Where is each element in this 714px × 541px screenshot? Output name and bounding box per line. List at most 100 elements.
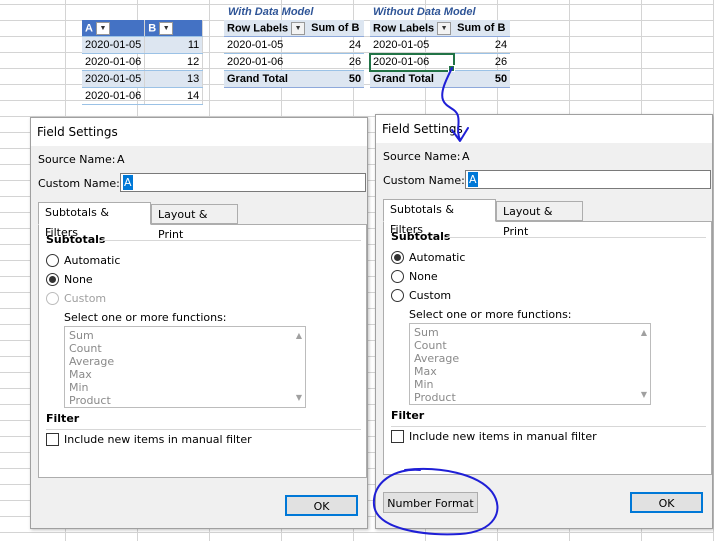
row-labels-header[interactable]: Row Labels ▼ (224, 20, 309, 37)
radio-custom-label[interactable]: Custom (409, 289, 451, 302)
scroll-down-icon[interactable]: ▼ (296, 393, 302, 402)
include-new-items-checkbox[interactable] (46, 433, 59, 446)
list-item[interactable]: Sum (69, 329, 94, 342)
selected-cell[interactable]: 2020-01-06 (368, 52, 456, 72)
cell[interactable]: 11 (144, 36, 204, 54)
list-item[interactable]: Average (414, 352, 459, 365)
radio-none[interactable] (46, 273, 59, 286)
custom-name-input[interactable]: A (120, 173, 366, 192)
cell[interactable]: 50 (454, 70, 511, 88)
table-row: 2020-01-05 24 (224, 36, 365, 54)
radio-automatic-label[interactable]: Automatic (64, 254, 120, 267)
list-item[interactable]: Max (414, 365, 437, 378)
pivot-with-model-title: With Data Model (228, 6, 314, 18)
tab-subtotals-filters[interactable]: Subtotals & Filters (383, 199, 496, 236)
scroll-up-icon[interactable]: ▲ (296, 331, 302, 340)
fill-handle[interactable] (448, 65, 455, 72)
source-name-label: Source Name: (38, 153, 116, 166)
field-settings-dialog-right: Field Settings Source Name: A Custom Nam… (375, 114, 713, 529)
radio-automatic[interactable] (46, 254, 59, 267)
cell[interactable]: 26 (454, 53, 511, 71)
filter-dropdown-icon[interactable]: ▼ (437, 21, 452, 35)
sum-header[interactable]: Sum of B (308, 20, 365, 37)
table-row: 2020-01-06 26 (224, 53, 365, 71)
source-table-header: A ▼ B ▼ (82, 20, 204, 37)
radio-none-label[interactable]: None (64, 273, 93, 286)
radio-automatic-label[interactable]: Automatic (409, 251, 465, 264)
cell[interactable]: 2020-01-05 (82, 70, 146, 88)
filter-dropdown-icon[interactable]: ▼ (291, 21, 306, 35)
ok-button[interactable]: OK (285, 495, 358, 516)
list-item[interactable]: Min (69, 381, 89, 394)
cell[interactable]: 24 (454, 36, 511, 54)
list-item[interactable]: Count (414, 339, 447, 352)
scroll-down-icon[interactable]: ▼ (641, 390, 647, 399)
grand-total-row: Grand Total 50 (224, 70, 365, 88)
cell[interactable]: Grand Total (370, 70, 455, 88)
source-name-value: A (462, 150, 470, 163)
radio-custom[interactable] (391, 289, 404, 302)
functions-listbox[interactable]: Sum Count Average Max Min Product ▲ ▼ (409, 323, 651, 405)
pivot-without-model: Row Labels ▼ Sum of B 2020-01-05 24 2020-… (368, 20, 511, 88)
cell[interactable]: 2020-01-05 (370, 36, 455, 54)
cell[interactable]: 2020-01-05 (82, 36, 146, 54)
include-new-items-checkbox[interactable] (391, 430, 404, 443)
source-name-label: Source Name: (383, 150, 461, 163)
cell[interactable]: 12 (144, 53, 204, 71)
table-row: 2020-01-05 11 (82, 36, 204, 54)
list-item[interactable]: Product (69, 394, 111, 407)
cell[interactable]: 50 (308, 70, 365, 88)
radio-automatic[interactable] (391, 251, 404, 264)
dialog-title: Field Settings (37, 125, 118, 139)
radio-none[interactable] (391, 270, 404, 283)
list-item[interactable]: Average (69, 355, 114, 368)
filter-dropdown-icon[interactable]: ▼ (95, 21, 110, 35)
pivot-header: Row Labels ▼ Sum of B (370, 20, 511, 37)
divider (444, 237, 706, 238)
tab-layout-print[interactable]: Layout & Print (496, 201, 583, 238)
cell[interactable]: 2020-01-06 (224, 53, 309, 71)
field-settings-dialog-left: Field Settings Source Name: A Custom Nam… (30, 117, 368, 529)
tab-layout-print[interactable]: Layout & Print (151, 204, 238, 241)
list-item[interactable]: Min (414, 378, 434, 391)
list-item[interactable]: Product (414, 391, 456, 404)
filter-dropdown-icon[interactable]: ▼ (159, 21, 174, 35)
list-item[interactable]: Max (69, 368, 92, 381)
ok-button[interactable]: OK (630, 492, 703, 513)
custom-name-selected-text: A (468, 172, 478, 187)
functions-label: Select one or more functions: (409, 308, 572, 321)
cell[interactable]: 26 (308, 53, 365, 71)
header-cell-b[interactable]: B ▼ (144, 20, 204, 37)
tab-subtotals-filters[interactable]: Subtotals & Filters (38, 202, 151, 239)
sum-header[interactable]: Sum of B (454, 20, 511, 37)
cell[interactable]: Grand Total (224, 70, 309, 88)
cell[interactable]: 2020-01-05 (224, 36, 309, 54)
pivot-without-model-title: Without Data Model (373, 6, 476, 18)
list-item[interactable]: Sum (414, 326, 439, 339)
scroll-up-icon[interactable]: ▲ (641, 328, 647, 337)
cell[interactable]: 13 (144, 70, 204, 88)
radio-custom[interactable] (46, 292, 59, 305)
subtotals-header: Subtotals (391, 230, 451, 243)
row-labels-header[interactable]: Row Labels ▼ (370, 20, 455, 37)
cell[interactable]: 24 (308, 36, 365, 54)
cell[interactable]: 2020-01-06 (82, 53, 146, 71)
cell[interactable]: 14 (144, 87, 204, 105)
table-row: 2020-01-05 24 (370, 36, 511, 54)
number-format-button[interactable]: Number Format (383, 492, 478, 513)
radio-none-label[interactable]: None (409, 270, 438, 283)
functions-listbox[interactable]: Sum Count Average Max Min Product ▲ ▼ (64, 326, 306, 408)
pivot-header: Row Labels ▼ Sum of B (224, 20, 365, 37)
subtotals-header: Subtotals (46, 233, 106, 246)
cell[interactable]: 2020-01-06 (82, 87, 146, 105)
include-new-items-label[interactable]: Include new items in manual filter (409, 430, 597, 443)
list-item[interactable]: Count (69, 342, 102, 355)
custom-name-selected-text: A (123, 175, 133, 190)
source-name-value: A (117, 153, 125, 166)
include-new-items-label[interactable]: Include new items in manual filter (64, 433, 252, 446)
divider (391, 426, 706, 427)
header-cell-a[interactable]: A ▼ (82, 20, 146, 37)
custom-name-input[interactable]: A (465, 170, 711, 189)
divider (46, 429, 361, 430)
radio-custom-label[interactable]: Custom (64, 292, 106, 305)
